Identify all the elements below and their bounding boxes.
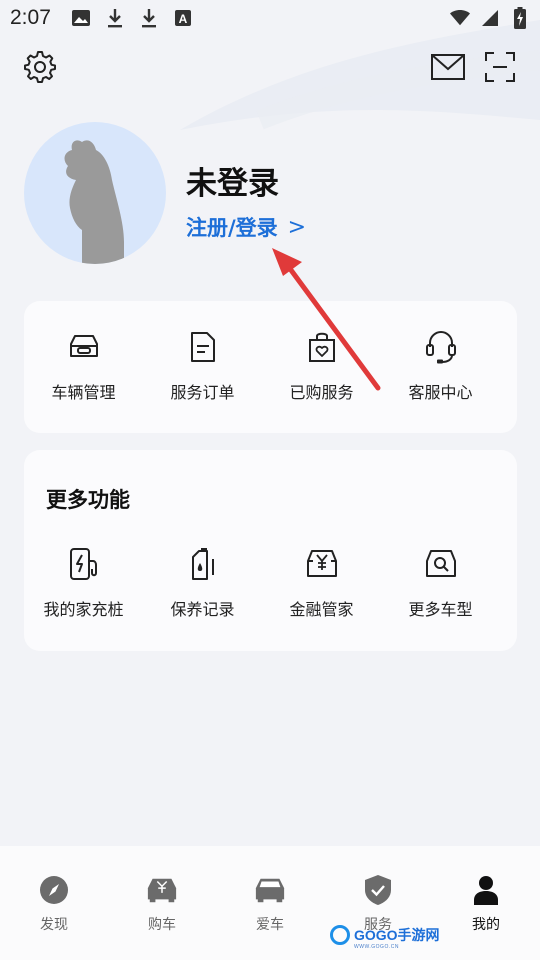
finance-car-icon xyxy=(305,546,339,582)
watermark-text: GOGO手游网 xyxy=(354,927,440,943)
more-functions-title: 更多功能 xyxy=(46,488,130,512)
charger-icon xyxy=(67,546,101,582)
maintenance-records-button[interactable]: 保养记录 xyxy=(143,546,262,620)
compass-icon xyxy=(38,874,70,906)
watermark-subtext: WWW.GOGO.CN xyxy=(354,944,399,950)
car-search-icon xyxy=(424,546,458,582)
maintenance-records-label: 保养记录 xyxy=(170,600,235,619)
nav-buy-car-label: 购车 xyxy=(148,917,176,933)
oil-can-icon xyxy=(186,546,220,582)
bottom-navigation: 发现 购车 爱车 服务 我的 xyxy=(0,846,540,960)
nav-my-car[interactable]: 爱车 xyxy=(216,874,324,960)
nav-my-car-label: 爱车 xyxy=(256,917,284,933)
car-icon xyxy=(254,874,286,906)
nav-mine[interactable]: 我的 xyxy=(432,874,540,960)
buy-car-icon xyxy=(146,874,178,906)
shield-check-icon xyxy=(362,874,394,906)
more-functions-grid: 我的家充桩 保养记录 金融管家 更多车型 xyxy=(24,546,517,620)
finance-butler-label: 金融管家 xyxy=(289,600,354,619)
nav-discover-label: 发现 xyxy=(40,917,68,933)
more-functions-card: 更多功能 我的家充桩 保养记录 金融管家 更多车型 xyxy=(24,450,517,651)
more-models-label: 更多车型 xyxy=(408,600,473,619)
more-models-button[interactable]: 更多车型 xyxy=(381,546,500,620)
nav-discover[interactable]: 发现 xyxy=(0,874,108,960)
watermark-circle-icon xyxy=(330,925,350,945)
finance-butler-button[interactable]: 金融管家 xyxy=(262,546,381,620)
nav-mine-label: 我的 xyxy=(472,917,500,933)
home-charger-label: 我的家充桩 xyxy=(43,600,124,619)
home-charger-button[interactable]: 我的家充桩 xyxy=(24,546,143,620)
watermark-logo: GOGO手游网 WWW.GOGO.CN xyxy=(330,925,440,950)
person-icon xyxy=(470,874,502,906)
nav-buy-car[interactable]: 购车 xyxy=(108,874,216,960)
